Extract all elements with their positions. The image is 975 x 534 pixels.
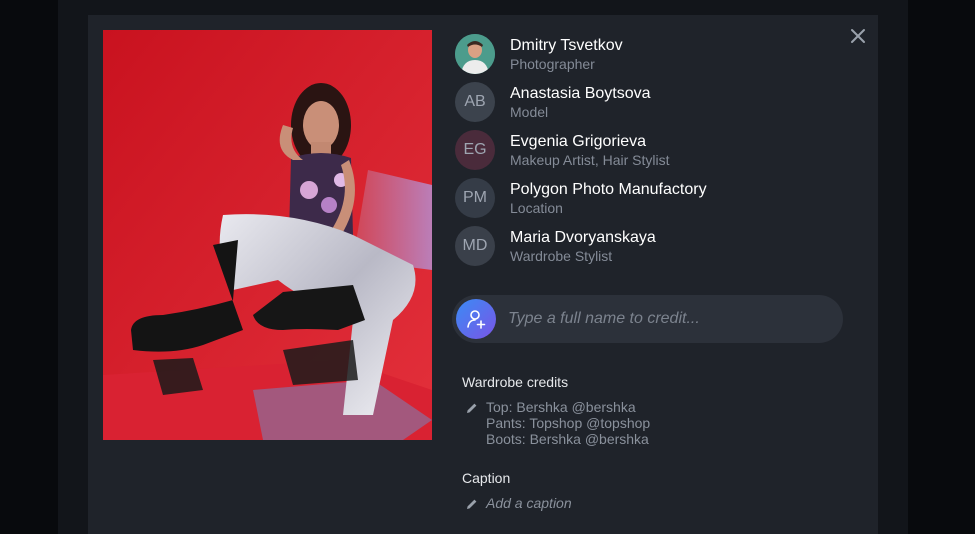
pencil-icon [467,403,477,413]
pencil-icon [467,499,477,509]
credit-name[interactable]: Evgenia Grigorieva [510,133,646,151]
wardrobe-line: Boots: Bershka @bershka [486,431,649,447]
add-person-icon [467,310,486,329]
edit-wardrobe-button[interactable] [466,401,478,413]
wardrobe-credits-label: Wardrobe credits [462,374,569,390]
avatar: PM [455,178,495,218]
credit-item[interactable]: AB Anastasia Boytsova Model [455,82,835,122]
edit-caption-button[interactable] [466,497,478,509]
credit-name[interactable]: Anastasia Boytsova [510,85,651,103]
credit-name-input[interactable] [508,305,828,333]
photo [103,30,432,440]
credit-role: Location [510,200,563,216]
credit-role: Wardrobe Stylist [510,248,613,264]
credit-name[interactable]: Dmitry Tsvetkov [510,37,623,55]
close-icon [851,29,865,43]
credit-item[interactable]: PM Polygon Photo Manufactory Location [455,178,835,218]
credit-name[interactable]: Maria Dvoryanskaya [510,229,656,247]
credit-item[interactable]: Dmitry Tsvetkov Photographer [455,34,835,74]
photo-image [103,30,432,440]
add-caption-link[interactable]: Add a caption [486,495,572,511]
avatar: AB [455,82,495,122]
wardrobe-line: Top: Bershka @bershka [486,399,636,415]
avatar-photo [455,34,495,74]
wardrobe-line: Pants: Topshop @topshop [486,415,651,431]
avatar: EG [455,130,495,170]
avatar: MD [455,226,495,266]
close-button[interactable] [848,26,868,46]
credit-item[interactable]: MD Maria Dvoryanskaya Wardrobe Stylist [455,226,835,266]
add-credit-button[interactable] [456,299,496,339]
credit-role: Photographer [510,56,595,72]
credit-input-container [452,295,843,343]
caption-label: Caption [462,470,511,486]
wardrobe-credits-text[interactable]: Top: Bershka @bershka Pants: Topshop @to… [486,399,650,447]
avatar [455,34,495,74]
credit-name[interactable]: Polygon Photo Manufactory [510,181,707,199]
credit-item[interactable]: EG Evgenia Grigorieva Makeup Artist, Hai… [455,130,835,170]
credit-role: Makeup Artist, Hair Stylist [510,152,670,168]
credit-role: Model [510,104,549,120]
